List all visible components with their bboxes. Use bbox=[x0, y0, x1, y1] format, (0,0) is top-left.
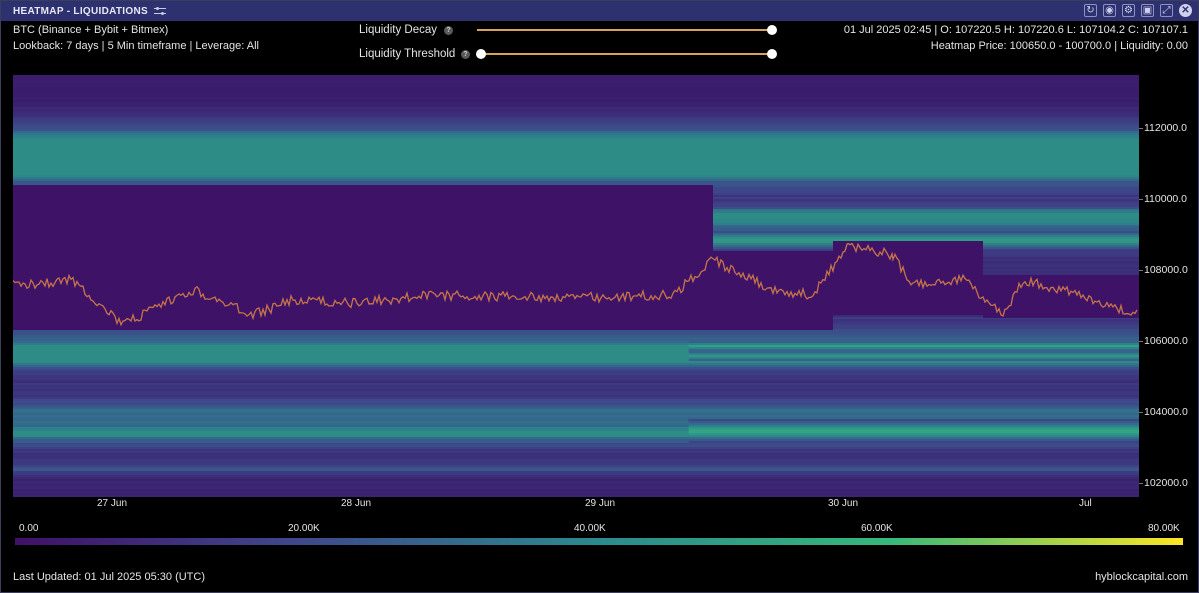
window-controls: ↻ ◉ ⚙ ▣ ⤢ ✕ bbox=[1084, 4, 1192, 17]
liquidity-threshold-label: Liquidity Threshold bbox=[359, 48, 456, 60]
y-tick-label: 112000.0 bbox=[1144, 122, 1188, 134]
y-tick-mark bbox=[1139, 412, 1143, 413]
y-tick-label: 108000.0 bbox=[1144, 264, 1188, 276]
colorbar-label: 60.00K bbox=[861, 523, 893, 534]
heatmap-window: HEATMAP - LIQUIDATIONS ↻ ◉ ⚙ ▣ ⤢ ✕ BTC (… bbox=[0, 0, 1199, 593]
y-tick-mark bbox=[1139, 341, 1143, 342]
brand-link[interactable]: hyblockcapital.com bbox=[1095, 571, 1188, 583]
y-tick-mark bbox=[1139, 483, 1143, 484]
x-tick-label: 30 Jun bbox=[828, 498, 859, 509]
y-tick-label: 110000.0 bbox=[1144, 193, 1188, 205]
help-icon[interactable]: ? bbox=[444, 26, 453, 35]
colorbar-label: 20.00K bbox=[288, 523, 320, 534]
y-tick-mark bbox=[1139, 270, 1143, 271]
colorbar-label: 0.00 bbox=[19, 523, 39, 534]
title-bar: HEATMAP - LIQUIDATIONS ↻ ◉ ⚙ ▣ ⤢ ✕ bbox=[1, 1, 1198, 21]
ohlc-text: 01 Jul 2025 02:45 | O: 107220.5 H: 10722… bbox=[843, 24, 1188, 36]
exchanges-text: BTC (Binance + Bybit + Bitmex) bbox=[13, 24, 169, 36]
refresh-icon[interactable]: ↻ bbox=[1084, 4, 1097, 17]
x-tick-label: 29 Jun bbox=[585, 498, 616, 509]
y-tick-label: 106000.0 bbox=[1144, 335, 1188, 347]
x-tick-label: 28 Jun bbox=[341, 498, 372, 509]
threshold-max-knob[interactable] bbox=[767, 49, 777, 59]
y-tick-label: 104000.0 bbox=[1144, 406, 1188, 418]
x-tick-label: 27 Jun bbox=[97, 498, 128, 509]
save-icon[interactable]: ▣ bbox=[1141, 4, 1154, 17]
x-tick-label: Jul bbox=[1079, 498, 1092, 509]
decay-slider-track[interactable] bbox=[477, 29, 773, 31]
liquidity-decay-label: Liquidity Decay bbox=[359, 24, 437, 36]
heatmap-price-text: Heatmap Price: 100650.0 - 100700.0 | Liq… bbox=[930, 40, 1188, 52]
last-updated-text: Last Updated: 01 Jul 2025 05:30 (UTC) bbox=[13, 571, 206, 583]
camera-icon[interactable]: ◉ bbox=[1103, 4, 1116, 17]
close-icon[interactable]: ✕ bbox=[1179, 4, 1192, 17]
lookback-text: Lookback: 7 days | 5 Min timeframe | Lev… bbox=[13, 40, 260, 52]
gear-icon[interactable]: ⚙ bbox=[1122, 4, 1135, 17]
y-tick-label: 102000.0 bbox=[1144, 477, 1188, 489]
y-tick-mark bbox=[1139, 199, 1143, 200]
colorbar-label: 80.00K bbox=[1148, 523, 1180, 534]
settings-sliders-icon[interactable] bbox=[153, 6, 166, 16]
liquidation-heatmap[interactable] bbox=[13, 75, 1139, 497]
colorbar-gradient bbox=[15, 538, 1183, 545]
y-tick-mark bbox=[1139, 128, 1143, 129]
colorbar-label: 40.00K bbox=[574, 523, 606, 534]
threshold-slider-track[interactable] bbox=[481, 53, 773, 55]
window-title: HEATMAP - LIQUIDATIONS bbox=[13, 5, 148, 17]
expand-icon[interactable]: ⤢ bbox=[1160, 4, 1173, 17]
threshold-min-knob[interactable] bbox=[476, 49, 486, 59]
help-icon[interactable]: ? bbox=[461, 50, 470, 59]
decay-slider-knob[interactable] bbox=[767, 25, 777, 35]
